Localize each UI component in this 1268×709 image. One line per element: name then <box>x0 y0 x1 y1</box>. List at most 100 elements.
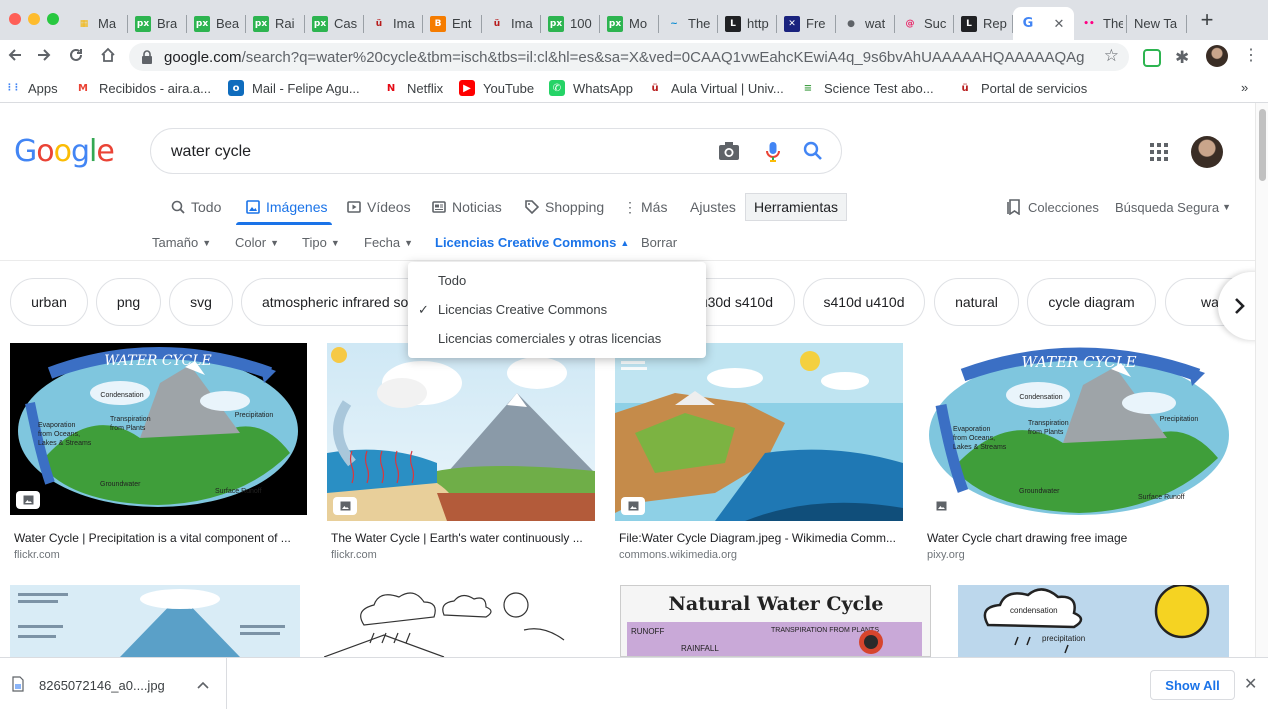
close-download-bar-button[interactable]: ✕ <box>1244 674 1257 694</box>
result-thumbnail-1[interactable]: WATER CYCLE Condensation Precipitation E… <box>10 343 307 515</box>
browser-tab[interactable]: ü Ima <box>364 7 423 40</box>
browser-tab[interactable]: px Rai <box>246 7 305 40</box>
tab-news[interactable]: Noticias <box>432 193 502 221</box>
chip-0[interactable]: urban <box>10 278 88 326</box>
bookmark-item[interactable]: ü Portal de servicios <box>957 80 1087 96</box>
browser-tab[interactable]: px Cas <box>305 7 364 40</box>
tab-settings[interactable]: Ajustes <box>690 193 736 221</box>
zoom-window-button[interactable] <box>47 13 59 25</box>
license-option-commercial[interactable]: Licencias comerciales y otras licencias <box>438 331 661 346</box>
search-box[interactable]: water cycle <box>150 128 842 174</box>
browser-tab[interactable]: @ Suc <box>895 7 954 40</box>
tab-videos[interactable]: Vídeos <box>347 193 411 221</box>
close-tab-icon[interactable]: ✕ <box>1052 16 1066 32</box>
filter-size[interactable]: Tamaño ▼ <box>152 235 211 250</box>
account-avatar[interactable] <box>1191 136 1223 168</box>
browser-tab[interactable]: px Bra <box>128 7 187 40</box>
reload-button[interactable] <box>63 44 89 70</box>
result-domain: commons.wikimedia.org <box>619 549 737 561</box>
filter-date[interactable]: Fecha ▼ <box>364 235 413 250</box>
tab-more[interactable]: ⋮ Más <box>623 193 667 221</box>
bookmarks-overflow-button[interactable]: » <box>1241 80 1248 95</box>
license-option-all[interactable]: Todo <box>438 273 466 288</box>
bookmark-item[interactable]: N Netflix <box>383 80 443 96</box>
browser-tab[interactable]: px 100 <box>541 7 600 40</box>
browser-tab[interactable]: px Mo <box>600 7 659 40</box>
chip-3[interactable]: atmospheric infrared sounder <box>241 278 431 326</box>
result-title[interactable]: The Water Cycle | Earth's water continuo… <box>331 531 591 545</box>
browser-tab[interactable]: New Ta <box>1127 7 1187 40</box>
collections-link[interactable]: Colecciones <box>1006 193 1099 221</box>
page-scrollbar[interactable] <box>1255 103 1268 657</box>
browser-tab[interactable]: ~ The <box>659 7 718 40</box>
puzzle-icon[interactable]: ✱ <box>1175 48 1189 68</box>
close-window-button[interactable] <box>9 13 21 25</box>
browser-tab[interactable]: B Ent <box>423 7 482 40</box>
browser-tab[interactable]: ✕ Fre <box>777 7 836 40</box>
kebab-menu-icon[interactable]: ⋮ <box>1243 47 1259 65</box>
bookmark-item[interactable]: ≡ Science Test abo... <box>800 80 934 96</box>
profile-avatar[interactable] <box>1206 45 1228 67</box>
browser-tab[interactable]: ● wat <box>836 7 895 40</box>
tab-all[interactable]: Todo <box>171 193 221 221</box>
bookmark-item[interactable]: ⋮⋮ Apps <box>4 80 58 96</box>
result-thumbnail-3[interactable] <box>615 343 903 521</box>
tools-button[interactable]: Herramientas <box>745 193 847 221</box>
chip-6[interactable]: natural <box>934 278 1019 326</box>
bookmark-item[interactable]: M Recibidos - aira.a... <box>75 80 211 96</box>
filter-license[interactable]: Licencias Creative Commons ▲ <box>435 235 629 250</box>
google-logo[interactable]: Google <box>14 134 115 169</box>
result-title[interactable]: File:Water Cycle Diagram.jpeg - Wikimedi… <box>619 531 904 545</box>
search-input[interactable]: water cycle <box>171 143 251 161</box>
tab-images[interactable]: Imágenes <box>246 193 327 221</box>
bookmark-item[interactable]: o Mail - Felipe Agu... <box>228 80 360 96</box>
chevron-up-icon[interactable] <box>197 681 209 689</box>
bookmark-star-icon[interactable]: ☆ <box>1104 46 1119 66</box>
show-all-button[interactable]: Show All <box>1150 670 1235 700</box>
result-thumbnail-7[interactable]: Natural Water Cycle RUNOFF RAINFALL TRAN… <box>620 585 931 657</box>
google-apps-icon[interactable] <box>1150 143 1168 161</box>
tab-shopping[interactable]: Shopping <box>525 193 604 221</box>
clear-filters-link[interactable]: Borrar <box>641 235 677 250</box>
result-thumbnail-8[interactable]: condensation precipitation <box>958 585 1229 657</box>
tab-images-label: Imágenes <box>266 199 328 215</box>
extension-icon[interactable] <box>1143 49 1161 67</box>
search-icon[interactable] <box>803 141 823 161</box>
result-thumbnail-4[interactable]: WATER CYCLE Condensation Precipitation E… <box>923 343 1235 521</box>
back-button[interactable] <box>2 44 28 70</box>
search-icon <box>171 200 185 214</box>
chip-2[interactable]: svg <box>169 278 233 326</box>
result-thumbnail-2[interactable] <box>327 343 595 521</box>
bookmark-item[interactable]: ü Aula Virtual | Univ... <box>647 80 783 96</box>
download-item[interactable]: 8265072146_a0....jpg <box>0 658 227 709</box>
microphone-icon[interactable] <box>765 141 781 163</box>
result-thumbnail-6[interactable] <box>324 585 600 657</box>
forward-button[interactable] <box>31 44 57 70</box>
result-title[interactable]: Water Cycle | Precipitation is a vital c… <box>14 531 304 545</box>
bookmark-item[interactable]: ▶ YouTube <box>459 80 534 96</box>
chip-7[interactable]: cycle diagram <box>1027 278 1156 326</box>
browser-tab[interactable]: ▦ Ma <box>69 7 128 40</box>
filter-color[interactable]: Color ▼ <box>235 235 279 250</box>
browser-tab[interactable]: L Rep <box>954 7 1013 40</box>
browser-tab[interactable]: •• The <box>1074 7 1127 40</box>
result-thumbnail-5[interactable] <box>10 585 300 657</box>
license-option-creative-commons[interactable]: Licencias Creative Commons <box>438 302 607 317</box>
thumb-label: Evaporation <box>953 426 990 433</box>
home-button[interactable] <box>95 44 121 70</box>
minimize-window-button[interactable] <box>28 13 40 25</box>
new-tab-button[interactable]: + <box>1193 8 1221 34</box>
camera-icon[interactable] <box>718 141 740 161</box>
browser-tab[interactable]: G ✕ <box>1013 7 1074 40</box>
safe-search-button[interactable]: Búsqueda Segura ▼ <box>1115 193 1231 221</box>
scrollbar-thumb[interactable] <box>1259 109 1266 181</box>
browser-tab[interactable]: px Bea <box>187 7 246 40</box>
chip-5[interactable]: s410d u410d <box>803 278 925 326</box>
address-bar[interactable]: google.com/search?q=water%20cycle&tbm=is… <box>129 43 1129 71</box>
result-title[interactable]: Water Cycle chart drawing free image <box>927 531 1227 545</box>
filter-type[interactable]: Tipo ▼ <box>302 235 340 250</box>
chip-1[interactable]: png <box>96 278 161 326</box>
browser-tab[interactable]: Lhttp <box>718 7 777 40</box>
browser-tab[interactable]: ü Ima <box>482 7 541 40</box>
bookmark-item[interactable]: ✆ WhatsApp <box>549 80 633 96</box>
